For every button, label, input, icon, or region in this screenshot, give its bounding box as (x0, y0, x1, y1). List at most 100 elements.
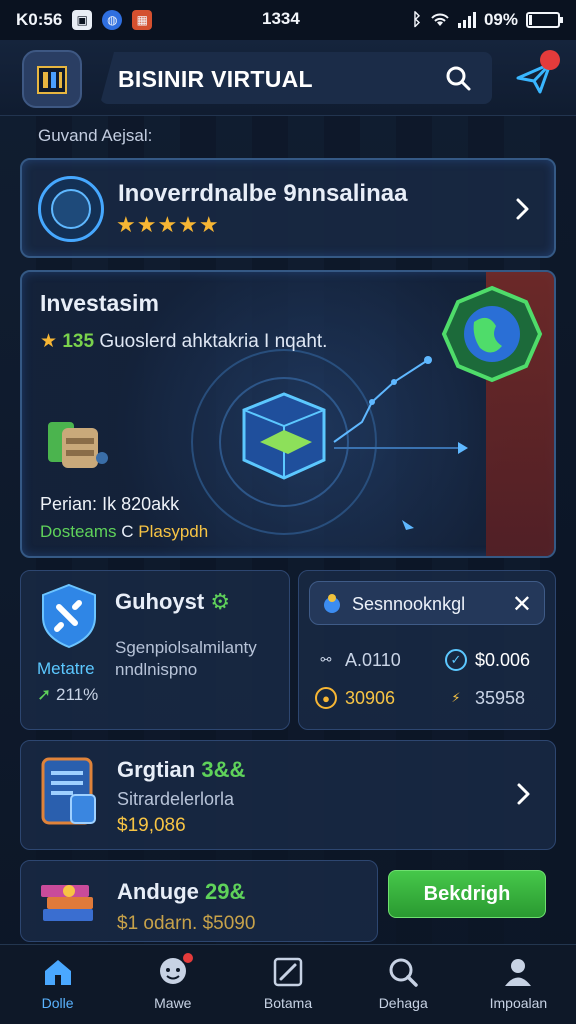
grgtian-price: $19,086 (117, 815, 186, 836)
nav-item-chat[interactable]: Mawe (115, 945, 230, 1024)
cube-icon (242, 392, 326, 480)
battery-icon (526, 12, 563, 28)
investment-meta-line: Dosteams C Plasypdh (40, 522, 208, 542)
nav-label: Mawe (154, 995, 192, 1011)
search-icon[interactable] (444, 64, 472, 92)
nav-label: Dehaga (378, 995, 428, 1011)
nav-item-edit[interactable]: Botama (230, 945, 345, 1024)
status-time: K0:56 (16, 10, 63, 29)
bluetooth-icon: ᛒ (411, 10, 422, 29)
grgtian-card[interactable]: Grgtian 3&& Sitrardelerlorla $19,086 (20, 740, 556, 850)
notification-dot (181, 951, 196, 965)
stat-value-1: A.0110 (345, 649, 401, 670)
app-title: BISINIR VIRTUAL (118, 66, 313, 92)
coin-icon: ● (315, 687, 337, 709)
section-label: Guvand Aejsal: (38, 126, 153, 145)
notification-badge (540, 50, 560, 70)
investment-rating: 135 (62, 331, 95, 352)
shield-icon (42, 583, 96, 649)
server-icon (48, 422, 108, 468)
wifi-icon (431, 13, 449, 26)
status-bar: K0:56 ▣ ◍ ▦ 1334 ᛒ 09% (0, 0, 576, 40)
star-icon: ★ (40, 331, 58, 352)
grgtian-name: Grgtian (117, 757, 196, 782)
chevron-right-icon[interactable] (511, 781, 537, 807)
grgtian-name-row: Grgtian 3&& (117, 757, 245, 783)
verified-icon: ✓ (445, 649, 467, 671)
stat-item: ● 30906 (315, 687, 395, 709)
bottom-nav: Dolle Mawe Botama Dehaga Impoalan (0, 944, 576, 1024)
trend-arrow-icon: ➚ (37, 685, 52, 704)
profile-icon (505, 959, 532, 986)
investment-card[interactable]: Investasim ★ 135 Guoslerd ahktakria I nq… (20, 270, 556, 558)
gear-icon: ⚙ (210, 589, 231, 614)
home-icon (44, 960, 71, 985)
guhoyst-name: Guhoyst (115, 589, 205, 614)
nav-label: Impoalan (489, 995, 548, 1011)
stat-item: ⚡ 35958 (445, 687, 525, 709)
cta-button[interactable]: Bekdrigh (388, 870, 546, 918)
meta-letter: C (121, 522, 134, 541)
lightning-icon: ⚡ (451, 690, 461, 705)
investment-rating-row: ★ 135 Guoslerd ahktakria I nqaht. (40, 330, 327, 353)
app-logo[interactable] (22, 50, 82, 108)
signal-icon (457, 12, 476, 28)
stat-item: ⚯ A.0110 (315, 649, 401, 671)
investment-rating-text: Guoslerd ahktakria I nqaht. (99, 331, 328, 352)
nav-label: Dolle (41, 995, 74, 1011)
document-icon (41, 757, 96, 825)
featured-badge-icon (38, 176, 104, 242)
guhoyst-meta: Metatre (37, 659, 95, 678)
nav-item-profile[interactable]: Impoalan (461, 945, 576, 1024)
guhoyst-pct: 211% (55, 685, 99, 704)
price-label: Perian: (40, 494, 98, 514)
bug-icon (324, 594, 340, 613)
nav-label: Botama (263, 995, 313, 1011)
stat-value-4: 35958 (475, 687, 526, 708)
stats-card: Sesnnooknkgl ✕ ⚯ A.0110 ✓ $0.006 ● 30906… (298, 570, 556, 730)
stats-search-pill[interactable]: Sesnnooknkgl ✕ (309, 581, 545, 625)
featured-card[interactable]: Inoverrdnalbe 9nnsalinaa ★★★★★ (20, 158, 556, 258)
stat-item: ✓ $0.006 (445, 649, 530, 671)
globe-icon (441, 285, 543, 383)
battery-fill (529, 15, 532, 25)
featured-name: Inoverrdnalbe 9nnsalinaa (118, 180, 408, 207)
stats-search-text: Sesnnooknkgl (352, 594, 466, 614)
stat-value-2: $0.006 (475, 649, 531, 670)
title-bar: BISINIR VIRTUAL (100, 52, 492, 104)
guhoyst-desc-line2: nndlnispno (115, 660, 198, 679)
grgtian-badge: 3&& (201, 757, 246, 782)
meta-green: Dosteams (40, 522, 117, 541)
browser-notification-icon: ◍ (102, 10, 123, 30)
anduge-name-row: Anduge 29& (117, 879, 245, 905)
guhoyst-pct-row: ➚ 211% (37, 685, 98, 705)
building-logo-icon (37, 66, 67, 94)
anduge-badge: 29& (205, 879, 246, 904)
guhoyst-description: Sgenpiolsalmilanty nndlnispno (115, 637, 257, 681)
guhoyst-name-row: Guhoyst ⚙ (115, 589, 230, 615)
books-icon (41, 885, 93, 921)
anduge-card[interactable]: Anduge 29& $1 odarn. $5090 (20, 860, 378, 942)
guhoyst-desc-line1: Sgenpiolsalmilanty (115, 638, 257, 657)
edit-icon (273, 957, 303, 987)
app-header: BISINIR VIRTUAL (0, 40, 576, 116)
price-value: Ik 820akk (102, 494, 180, 514)
anduge-name: Anduge (117, 879, 199, 904)
investment-heading: Investasim (40, 290, 159, 316)
nav-item-home[interactable]: Dolle (0, 945, 115, 1024)
close-icon[interactable]: ✕ (512, 590, 532, 619)
status-clock: 1334 (262, 9, 300, 28)
meta-yellow: Plasypdh (138, 522, 209, 541)
app-notification-icon: ▦ (132, 10, 153, 30)
search-icon (389, 958, 418, 987)
grgtian-subtitle: Sitrardelerlorla (117, 789, 235, 809)
battery-percent: 09% (483, 10, 518, 29)
link-icon: ⚯ (320, 652, 332, 667)
investment-price-line: Perian: Ik 820akk (40, 494, 179, 515)
stat-value-3: 30906 (345, 687, 396, 708)
nav-item-search[interactable]: Dehaga (346, 945, 461, 1024)
guhoyst-card[interactable]: Guhoyst ⚙ Sgenpiolsalmilanty nndlnispno … (20, 570, 290, 730)
chevron-right-icon[interactable] (510, 196, 536, 222)
star-rating: ★★★★★ (116, 212, 220, 237)
gallery-notification-icon: ▣ (72, 10, 93, 30)
